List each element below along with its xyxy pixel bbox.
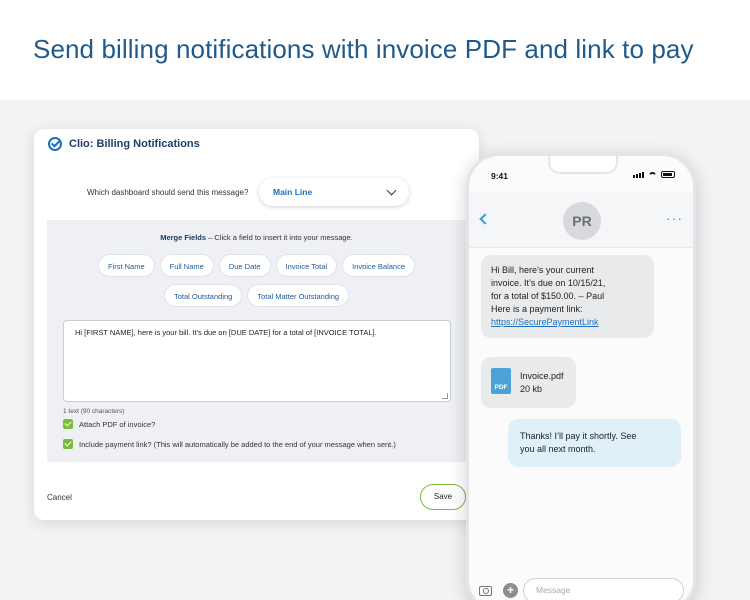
merge-field-full-name[interactable]: Full Name xyxy=(159,254,214,277)
page-headline: Send billing notifications with invoice … xyxy=(33,34,694,64)
dashboard-select[interactable]: Main Line xyxy=(259,178,409,206)
pdf-file-icon: PDF xyxy=(491,368,511,394)
contact-avatar[interactable]: PR xyxy=(563,202,601,240)
check-circle-icon xyxy=(48,137,62,151)
merge-field-first-name[interactable]: First Name xyxy=(97,254,155,277)
resize-handle-icon[interactable] xyxy=(442,393,448,399)
attachment-size: 20 kb xyxy=(520,384,543,394)
payment-link[interactable]: https://SecurePaymentLink xyxy=(491,316,644,329)
cancel-button[interactable]: Cancel xyxy=(47,493,72,502)
phone-notch xyxy=(548,156,618,174)
add-icon[interactable]: + xyxy=(503,583,518,598)
attachment-bubble[interactable]: PDF Invoice.pdf 20 kb xyxy=(481,357,576,408)
battery-icon xyxy=(661,171,675,178)
merge-fields-heading: Merge Fields – Click a field to insert i… xyxy=(47,233,466,242)
chevron-down-icon xyxy=(386,185,397,195)
card-header: Clio: Billing Notifications xyxy=(48,137,200,151)
merge-fields-row-2: Total Outstanding Total Matter Outstandi… xyxy=(47,284,466,307)
merge-field-total-outstanding[interactable]: Total Outstanding xyxy=(163,284,243,307)
incoming-line-4: Here is a payment link: xyxy=(491,304,583,314)
more-options-icon[interactable]: ··· xyxy=(666,210,683,226)
merge-fields-row-1: First Name Full Name Due Date Invoice To… xyxy=(47,254,466,277)
message-input[interactable]: Message xyxy=(523,578,684,600)
billing-notifications-card: Clio: Billing Notifications Which dashbo… xyxy=(34,129,479,520)
message-text: Hi [FIRST NAME], here is your bill. It's… xyxy=(75,328,377,337)
outgoing-message-bubble: Thanks! I’ll pay it shortly. See you all… xyxy=(508,419,681,467)
message-composer: + Message xyxy=(469,574,693,600)
merge-fields-panel: Merge Fields – Click a field to insert i… xyxy=(47,220,466,462)
dashboard-select-value: Main Line xyxy=(273,187,313,197)
phone-screen: 9:41 PR ··· Hi Bill, here’s your current… xyxy=(469,156,693,600)
attach-pdf-checkbox[interactable] xyxy=(63,419,73,429)
wifi-icon xyxy=(648,172,657,178)
card-title: Clio: Billing Notifications xyxy=(69,138,200,150)
incoming-line-2: invoice. It’s due on 10/15/21, xyxy=(491,278,606,288)
save-button[interactable]: Save xyxy=(420,484,466,510)
payment-link-row: Include payment link? (This will automat… xyxy=(63,439,396,449)
signal-icon xyxy=(633,172,644,178)
merge-field-invoice-balance[interactable]: Invoice Balance xyxy=(342,254,416,277)
merge-fields-hint: – Click a field to insert it into your m… xyxy=(206,233,353,242)
merge-fields-label: Merge Fields xyxy=(160,233,207,242)
conversation-header: PR ··· xyxy=(469,192,693,248)
status-icons xyxy=(633,171,675,178)
incoming-line-3: for a total of $150.00. – Paul xyxy=(491,291,605,301)
merge-field-total-matter-outstanding[interactable]: Total Matter Outstanding xyxy=(247,284,350,307)
outgoing-line-2: you all next month. xyxy=(520,444,596,454)
merge-field-due-date[interactable]: Due Date xyxy=(218,254,271,277)
attach-pdf-label: Attach PDF of invoice? xyxy=(79,419,156,429)
status-time: 9:41 xyxy=(491,171,509,181)
camera-icon[interactable] xyxy=(479,586,492,596)
incoming-line-1: Hi Bill, here’s your current xyxy=(491,265,594,275)
attach-pdf-row: Attach PDF of invoice? xyxy=(63,419,155,429)
back-chevron-icon[interactable] xyxy=(479,213,491,225)
message-textarea[interactable]: Hi [FIRST NAME], here is your bill. It's… xyxy=(63,320,451,402)
payment-link-checkbox[interactable] xyxy=(63,439,73,449)
merge-field-invoice-total[interactable]: Invoice Total xyxy=(275,254,338,277)
payment-link-label: Include payment link? (This will automat… xyxy=(79,439,396,449)
outgoing-line-1: Thanks! I’ll pay it shortly. See xyxy=(520,431,637,441)
phone-mockup: 9:41 PR ··· Hi Bill, here’s your current… xyxy=(466,153,696,600)
attachment-name: Invoice.pdf xyxy=(520,371,564,381)
character-count: 1 text (90 characters) xyxy=(63,408,125,415)
incoming-message-bubble: Hi Bill, here’s your current invoice. It… xyxy=(481,255,654,338)
dashboard-question: Which dashboard should send this message… xyxy=(87,188,249,197)
